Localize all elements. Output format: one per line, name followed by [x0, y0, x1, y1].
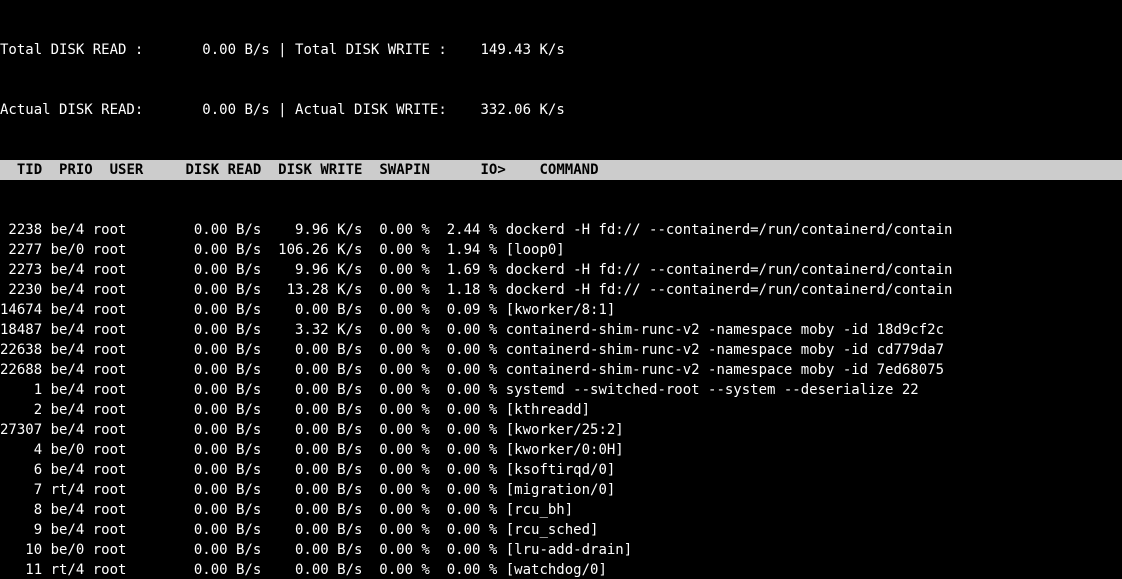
col-read[interactable]: DISK READ [177, 162, 270, 178]
col-tid[interactable]: TID [0, 162, 42, 178]
iotop-window: Total DISK READ : 0.00 B/s | Total DISK … [0, 0, 1122, 579]
actual-disk-read-value: 0.00 B/s [202, 102, 269, 118]
summary-line-1: Total DISK READ : 0.00 B/s | Total DISK … [0, 40, 1122, 60]
total-disk-write-value: 149.43 K/s [480, 42, 564, 58]
process-row[interactable]: 2273 be/4 root 0.00 B/s 9.96 K/s 0.00 % … [0, 260, 1122, 280]
process-row[interactable]: 1 be/4 root 0.00 B/s 0.00 B/s 0.00 % 0.0… [0, 380, 1122, 400]
column-header-row[interactable]: TID PRIO USER DISK READ DISK WRITE SWAPI… [0, 160, 1122, 180]
summary-line-2: Actual DISK READ: 0.00 B/s | Actual DISK… [0, 100, 1122, 120]
col-io[interactable]: IO> [438, 162, 505, 178]
total-disk-write-label: Total DISK WRITE : [295, 42, 480, 58]
col-swapin[interactable]: SWAPIN [371, 162, 438, 178]
process-row[interactable]: 6 be/4 root 0.00 B/s 0.00 B/s 0.00 % 0.0… [0, 460, 1122, 480]
process-table: 2238 be/4 root 0.00 B/s 9.96 K/s 0.00 % … [0, 220, 1122, 579]
actual-disk-write-label: Actual DISK WRITE: [295, 102, 480, 118]
separator: | [270, 102, 295, 118]
total-disk-read-label: Total DISK READ : [0, 42, 202, 58]
col-user[interactable]: USER [93, 162, 177, 178]
process-row[interactable]: 8 be/4 root 0.00 B/s 0.00 B/s 0.00 % 0.0… [0, 500, 1122, 520]
process-row[interactable]: 18487 be/4 root 0.00 B/s 3.32 K/s 0.00 %… [0, 320, 1122, 340]
process-row[interactable]: 27307 be/4 root 0.00 B/s 0.00 B/s 0.00 %… [0, 420, 1122, 440]
process-row[interactable]: 11 rt/4 root 0.00 B/s 0.00 B/s 0.00 % 0.… [0, 560, 1122, 579]
separator: | [270, 42, 295, 58]
process-row[interactable]: 2 be/4 root 0.00 B/s 0.00 B/s 0.00 % 0.0… [0, 400, 1122, 420]
col-write[interactable]: DISK WRITE [270, 162, 371, 178]
process-row[interactable]: 7 rt/4 root 0.00 B/s 0.00 B/s 0.00 % 0.0… [0, 480, 1122, 500]
process-row[interactable]: 22638 be/4 root 0.00 B/s 0.00 B/s 0.00 %… [0, 340, 1122, 360]
process-row[interactable]: 2230 be/4 root 0.00 B/s 13.28 K/s 0.00 %… [0, 280, 1122, 300]
process-row[interactable]: 10 be/0 root 0.00 B/s 0.00 B/s 0.00 % 0.… [0, 540, 1122, 560]
col-prio[interactable]: PRIO [42, 162, 93, 178]
process-row[interactable]: 22688 be/4 root 0.00 B/s 0.00 B/s 0.00 %… [0, 360, 1122, 380]
col-command[interactable]: COMMAND [506, 162, 1122, 178]
process-row[interactable]: 9 be/4 root 0.00 B/s 0.00 B/s 0.00 % 0.0… [0, 520, 1122, 540]
process-row[interactable]: 2238 be/4 root 0.00 B/s 9.96 K/s 0.00 % … [0, 220, 1122, 240]
actual-disk-write-value: 332.06 K/s [480, 102, 564, 118]
total-disk-read-value: 0.00 B/s [202, 42, 269, 58]
process-row[interactable]: 14674 be/4 root 0.00 B/s 0.00 B/s 0.00 %… [0, 300, 1122, 320]
process-row[interactable]: 4 be/0 root 0.00 B/s 0.00 B/s 0.00 % 0.0… [0, 440, 1122, 460]
actual-disk-read-label: Actual DISK READ: [0, 102, 202, 118]
process-row[interactable]: 2277 be/0 root 0.00 B/s 106.26 K/s 0.00 … [0, 240, 1122, 260]
